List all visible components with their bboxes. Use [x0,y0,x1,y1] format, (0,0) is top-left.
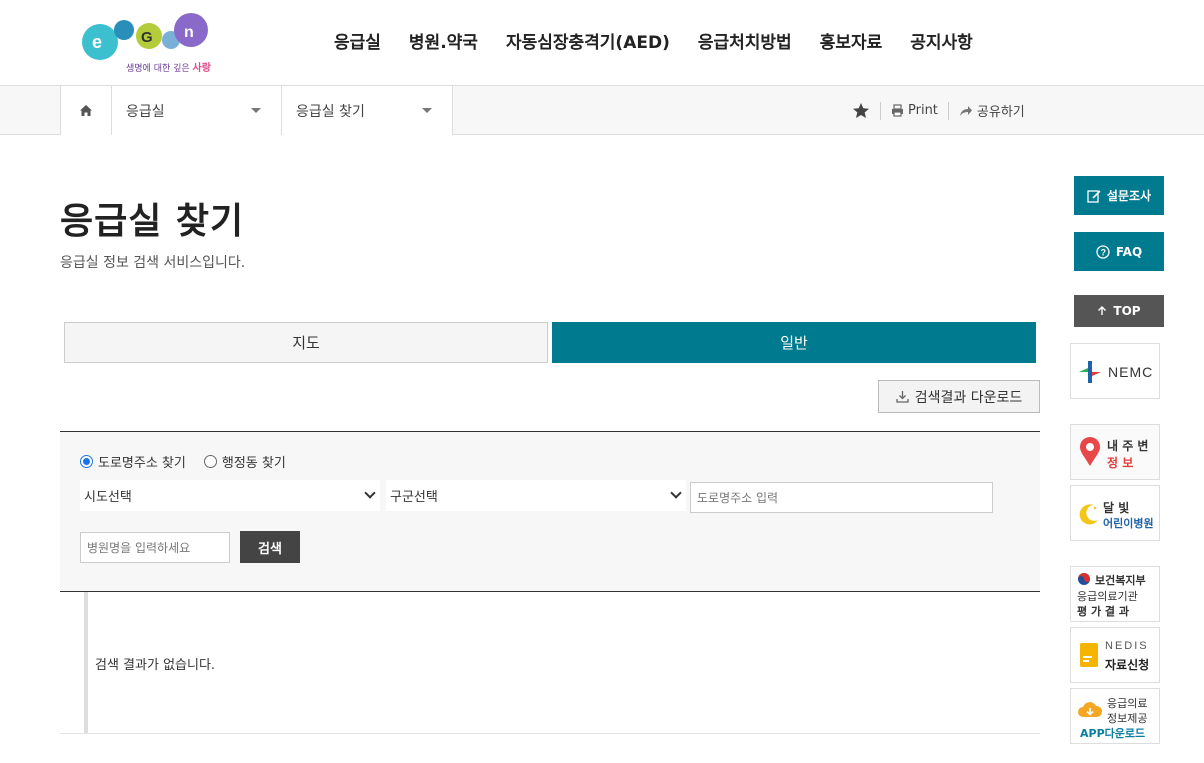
faq-label: FAQ [1115,244,1143,259]
radio-road-address[interactable]: 도로명주소 찾기 [80,452,186,471]
star-icon [853,103,869,118]
nav-item-first-aid[interactable]: 응급처치방법 [684,28,806,53]
radio-admin-district-label: 행정동 찾기 [221,456,286,471]
nav-item-hospital-pharmacy[interactable]: 병원.약국 [395,28,492,53]
moon-icon [1079,504,1098,525]
svg-text:n: n [184,24,194,41]
divider [880,101,881,120]
download-label: 검색결과 다운로드 [914,389,1023,406]
moon-label-1: 달 빛 [1103,501,1130,515]
app-label-2: 정보제공 [1107,712,1148,725]
faq-button[interactable]: ? FAQ [1074,232,1164,271]
share-button[interactable]: 공유하기 [959,101,1025,120]
search-results: 검색 결과가 없습니다. [84,592,1040,734]
app-label-3: APP다운로드 [1080,727,1146,740]
nemc-logo-icon [1079,361,1101,383]
radio-road-address-label: 도로명주소 찾기 [98,456,186,471]
nedis-request-link[interactable]: NEDIS 자료신청 [1070,627,1160,683]
page-description: 응급실 정보 검색 서비스입니다. [60,255,246,271]
gugun-select[interactable]: 구군선택 [386,480,686,511]
download-icon [896,391,909,403]
nedis-label-2: 자료신청 [1105,658,1150,672]
nedis-label-1: NEDIS [1105,640,1149,652]
sido-select-value: 시도선택 [84,490,132,505]
scroll-top-button[interactable]: TOP [1074,295,1164,327]
svg-text:?: ? [1100,247,1106,257]
svg-text:e: e [92,32,102,52]
map-pin-icon [1080,437,1100,466]
nav-item-notice[interactable]: 공지사항 [896,28,987,53]
search-type-group: 도로명주소 찾기 행정동 찾기 [80,452,286,471]
chevron-down-icon [422,108,432,113]
logo-graphic: e G n [82,13,208,60]
svg-text:G: G [141,29,153,46]
top-label: TOP [1113,304,1141,318]
print-button[interactable]: Print [891,103,938,118]
hospital-name-input[interactable]: 병원명을 입력하세요 [80,532,230,563]
site-logo[interactable]: e G n 생명에 대한 깊은 사랑 [78,10,218,74]
printer-icon [892,104,903,117]
question-icon: ? [1096,244,1110,259]
chevron-down-icon [670,487,682,499]
home-icon [80,105,92,116]
nearby-label-2: 정 보 [1107,456,1134,470]
bookmark-button[interactable] [852,102,870,119]
edit-icon [1087,189,1101,203]
tab-map[interactable]: 지도 [64,322,548,363]
cloud-download-icon [1078,702,1103,717]
empty-results-message: 검색 결과가 없습니다. [95,658,216,673]
nav-item-aed[interactable]: 자동심장충격기(AED) [492,28,684,53]
page-title: 응급실 찾기 [60,201,245,242]
breadcrumb-depth2-label: 응급실 찾기 [296,103,365,120]
eval-label-3: 평 가 결 과 [1077,605,1129,618]
search-button[interactable]: 검색 [240,531,300,563]
road-address-input[interactable]: 도로명주소 입력 [690,482,993,513]
nemc-label: NEMC [1108,364,1154,380]
nav-item-promotion[interactable]: 홍보자료 [806,28,897,53]
arrow-up-icon [1098,306,1107,315]
moon-label-2: 어린이병원 [1103,517,1154,530]
print-label: Print [908,103,938,118]
location-bar: 응급실 응급실 찾기 Print 공유하기 [0,85,1204,135]
app-download-link[interactable]: 응급의료 정보제공 APP다운로드 [1070,688,1160,744]
eval-label-1: 보건복지부 [1095,574,1146,587]
nemc-link[interactable]: NEMC [1070,343,1160,399]
app-label-1: 응급의료 [1107,697,1148,710]
breadcrumb-depth2-dropdown[interactable]: 응급실 찾기 [282,86,453,135]
home-button[interactable] [60,86,112,135]
share-arrow-icon [959,105,972,116]
breadcrumb-depth1-dropdown[interactable]: 응급실 [112,86,282,135]
search-panel: 도로명주소 찾기 행정동 찾기 시도선택 구군선택 도로명주소 입력 병원명을 … [60,431,1040,592]
tab-general[interactable]: 일반 [552,322,1036,363]
chevron-down-icon [364,487,376,499]
chevron-down-icon [251,108,261,113]
eval-label-2: 응급의료기관 [1077,590,1138,603]
nearby-info-link[interactable]: 내 주 변 정 보 [1070,424,1160,480]
survey-label: 설문조사 [1106,189,1152,203]
download-results-button[interactable]: 검색결과 다운로드 [878,380,1040,413]
divider [60,733,1040,734]
nearby-label-1: 내 주 변 [1107,439,1149,453]
radio-checked-indicator [80,455,93,468]
divider [947,101,949,120]
nav-item-er[interactable]: 응급실 [320,28,395,53]
survey-button[interactable]: 설문조사 [1074,176,1164,215]
moonlight-childrens-hospital-link[interactable]: 달 빛 어린이병원 [1070,485,1160,541]
share-label: 공유하기 [976,105,1025,120]
document-icon [1080,643,1098,667]
evaluation-results-link[interactable]: 보건복지부 응급의료기관 평 가 결 과 [1070,566,1160,622]
site-header: e G n 생명에 대한 깊은 사랑 응급실 병원.약국 자동심장충격기(AED… [0,0,1204,85]
taegeuk-icon [1078,573,1090,585]
radio-admin-district[interactable]: 행정동 찾기 [203,452,286,471]
main-navigation: 응급실 병원.약국 자동심장충격기(AED) 응급처치방법 홍보자료 공지사항 [320,28,987,53]
page-tools: Print 공유하기 [852,86,1025,135]
gugun-select-value: 구군선택 [390,490,438,505]
breadcrumb-depth1-label: 응급실 [126,103,165,120]
radio-unchecked-indicator [203,455,217,468]
sido-select[interactable]: 시도선택 [80,480,380,511]
logo-tagline: 생명에 대한 깊은 사랑 [126,63,211,74]
